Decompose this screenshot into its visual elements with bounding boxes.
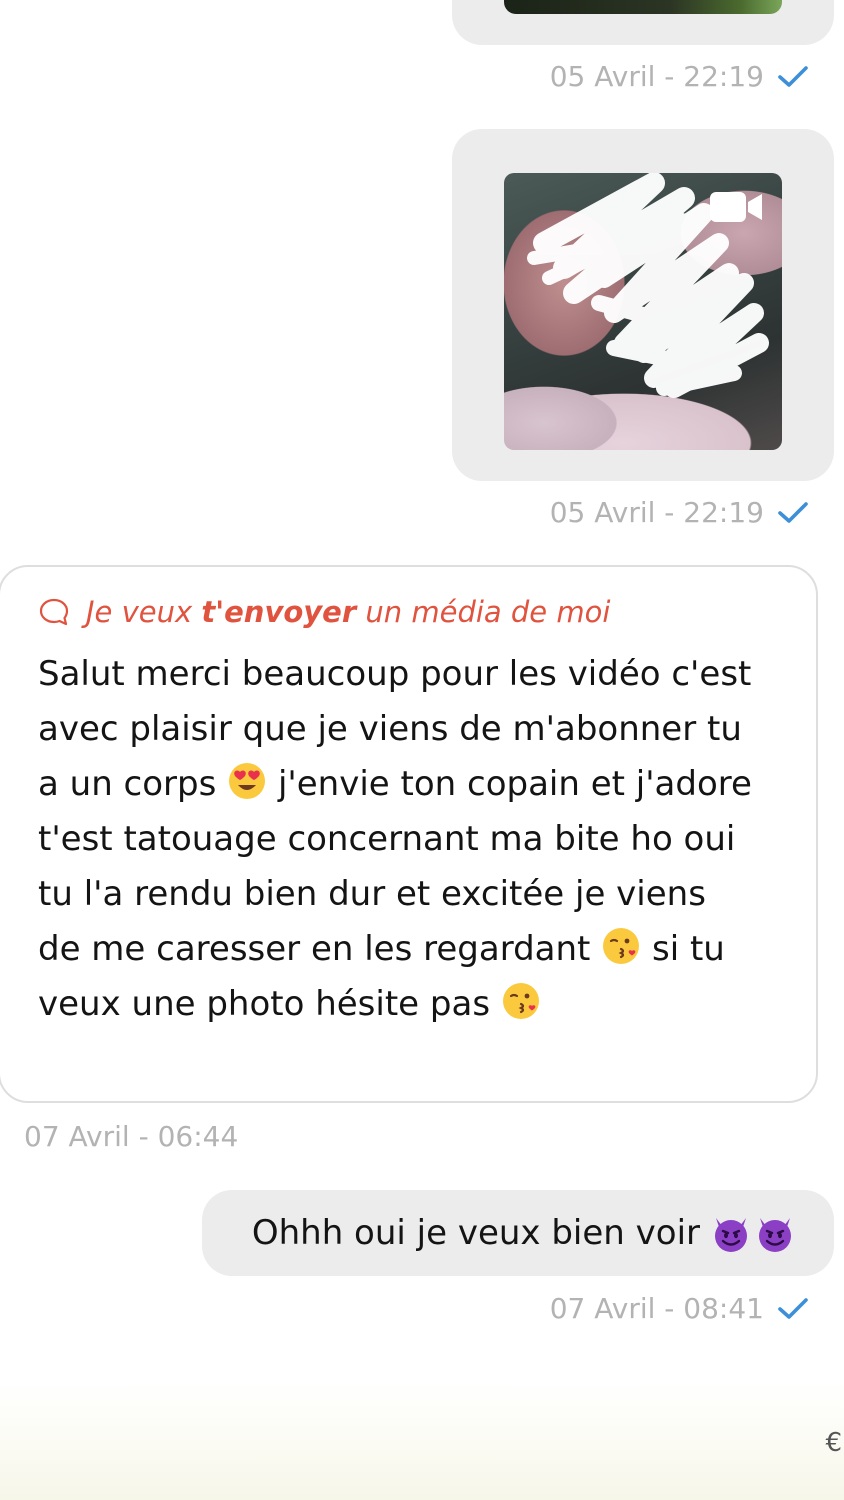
media-request-bold: t'envoyer (201, 595, 357, 629)
emoji-group (710, 1212, 796, 1254)
message-meta: 07 Avril - 08:41 (550, 1290, 808, 1326)
timestamp: 05 Avril - 22:19 (549, 495, 764, 529)
message-meta: 05 Avril - 22:19 (550, 58, 808, 94)
video-camera-icon (710, 192, 762, 222)
video-thumbnail[interactable] (504, 173, 782, 450)
check-icon (778, 66, 808, 87)
footer-glyph: € (825, 1428, 842, 1458)
sent-video-bubble[interactable] (452, 129, 834, 481)
heart-eyes-emoji (229, 763, 266, 799)
media-request-label: Je veux t'envoyer un média de moi (86, 595, 610, 629)
timestamp: 05 Avril - 22:19 (549, 59, 764, 93)
comment-icon (39, 598, 69, 626)
kiss-emoji (502, 983, 539, 1019)
video-thumbnail[interactable] (504, 0, 782, 14)
message-meta: 05 Avril - 22:19 (550, 494, 808, 530)
message-text: Salut merci beaucoup pour les vidéo c'es… (38, 647, 758, 1032)
sent-message-bubble[interactable]: Ohhh oui je veux bien voir (202, 1190, 834, 1276)
media-request-link[interactable]: Je veux t'envoyer un média de moi (38, 595, 610, 629)
sent-video-bubble[interactable] (452, 0, 834, 45)
media-request-prefix: Je veux (86, 595, 202, 629)
check-icon (778, 502, 808, 523)
smiling-devil-emoji (715, 1218, 747, 1252)
smiling-devil-emoji (759, 1218, 791, 1252)
composer-fade (0, 1380, 844, 1500)
timestamp: 07 Avril - 08:41 (549, 1291, 764, 1325)
media-request-suffix: un média de moi (356, 595, 611, 629)
timestamp: 07 Avril - 06:44 (24, 1120, 239, 1153)
message-meta: 07 Avril - 06:44 (24, 1120, 238, 1156)
received-message-bubble[interactable]: Je veux t'envoyer un média de moi Salut … (0, 565, 818, 1103)
chat-conversation: 05 Avril - 22:19 05 Avril - 22:19 Je veu… (0, 0, 844, 1500)
check-icon (778, 1298, 808, 1319)
kiss-emoji (603, 928, 640, 964)
message-text: Ohhh oui je veux bien voir (251, 1213, 700, 1253)
